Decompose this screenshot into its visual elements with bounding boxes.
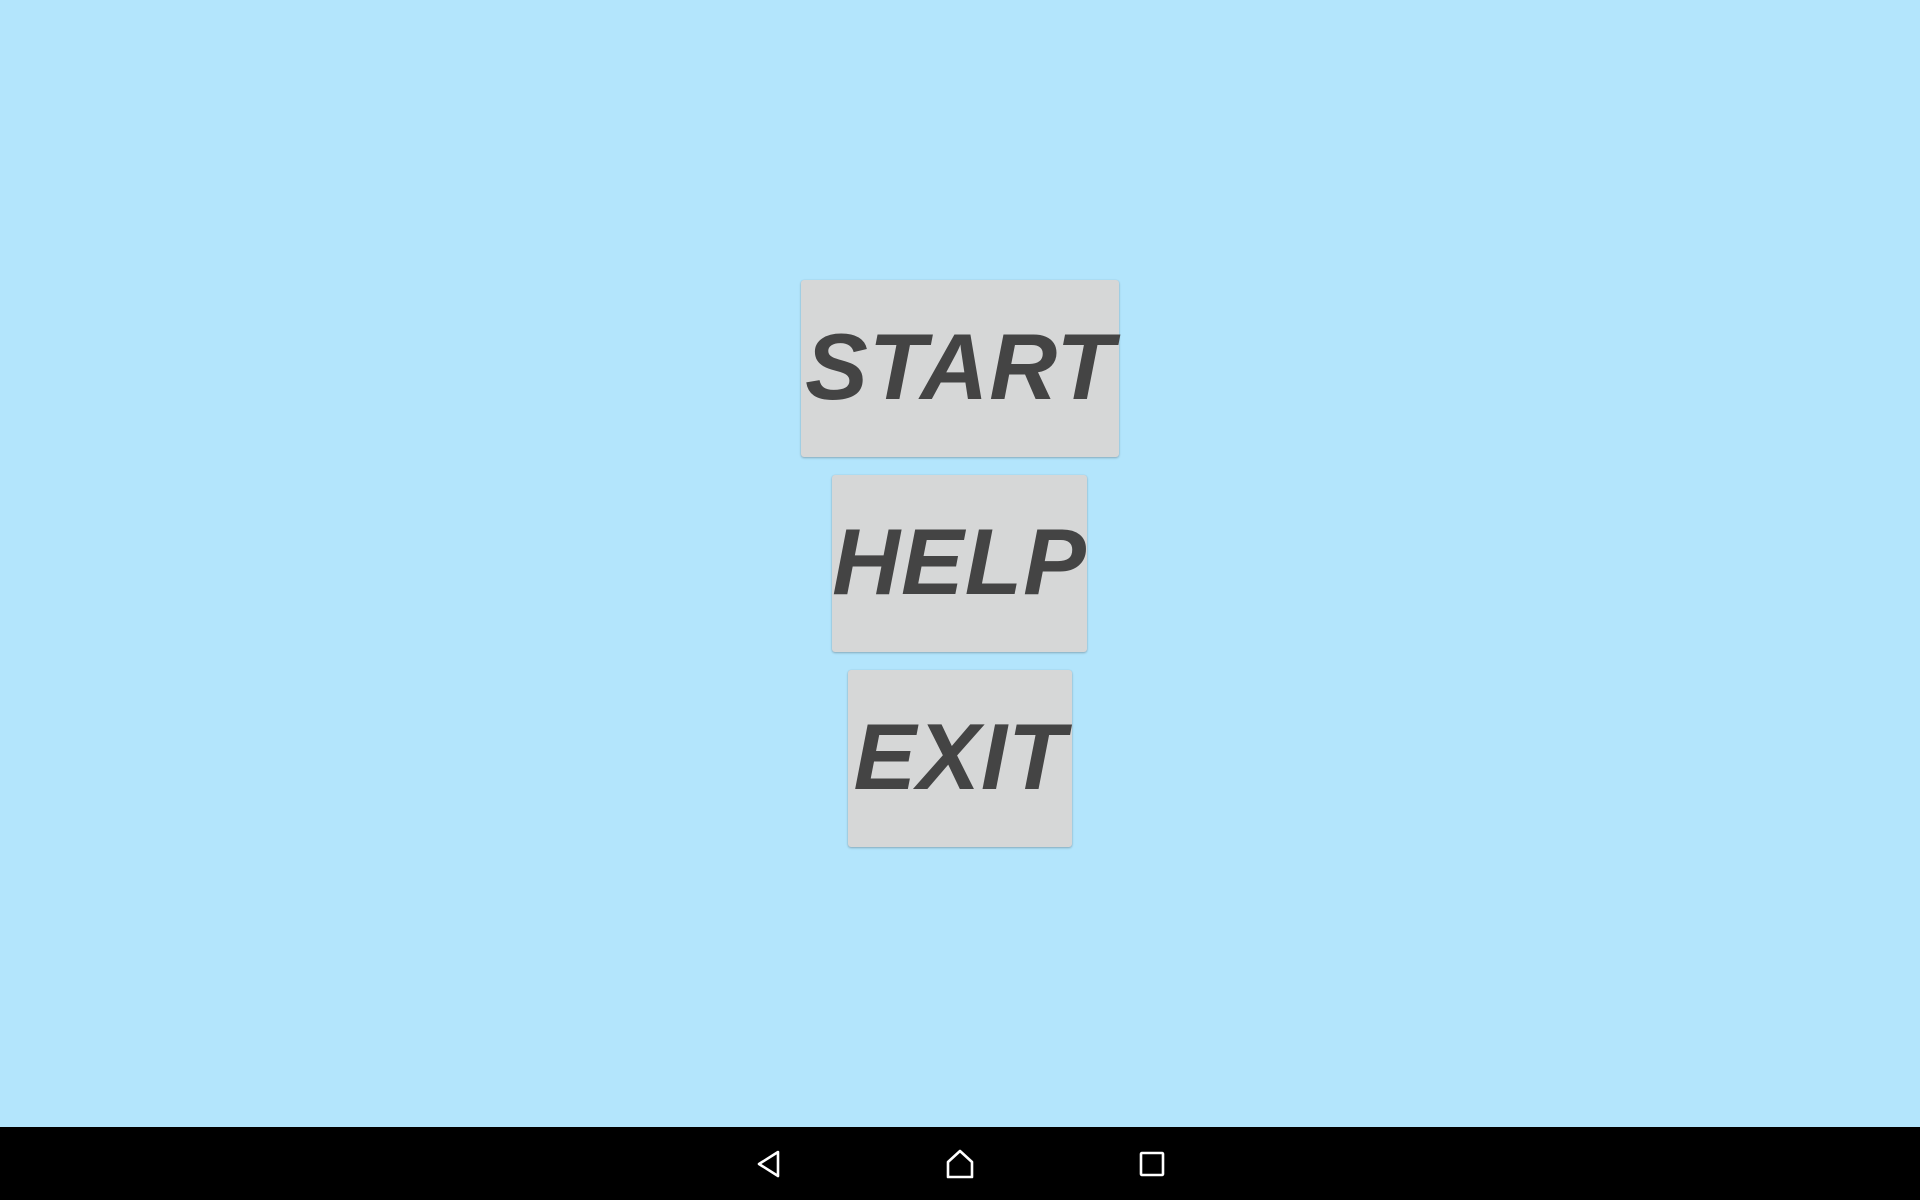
exit-button-label: EXIT [853, 703, 1067, 809]
recents-icon [1139, 1151, 1165, 1177]
start-button-label: START [805, 313, 1115, 419]
start-button[interactable]: START [801, 280, 1119, 457]
recents-button[interactable] [1127, 1139, 1177, 1189]
exit-button[interactable]: EXIT [848, 670, 1072, 847]
help-button[interactable]: HELP [832, 475, 1087, 652]
navigation-bar [0, 1127, 1920, 1200]
app-screen: START HELP EXIT [0, 0, 1920, 1127]
back-icon [757, 1150, 780, 1178]
home-button[interactable] [935, 1139, 985, 1189]
help-button-label: HELP [832, 508, 1087, 614]
back-button[interactable] [744, 1139, 794, 1189]
home-icon [946, 1149, 974, 1179]
